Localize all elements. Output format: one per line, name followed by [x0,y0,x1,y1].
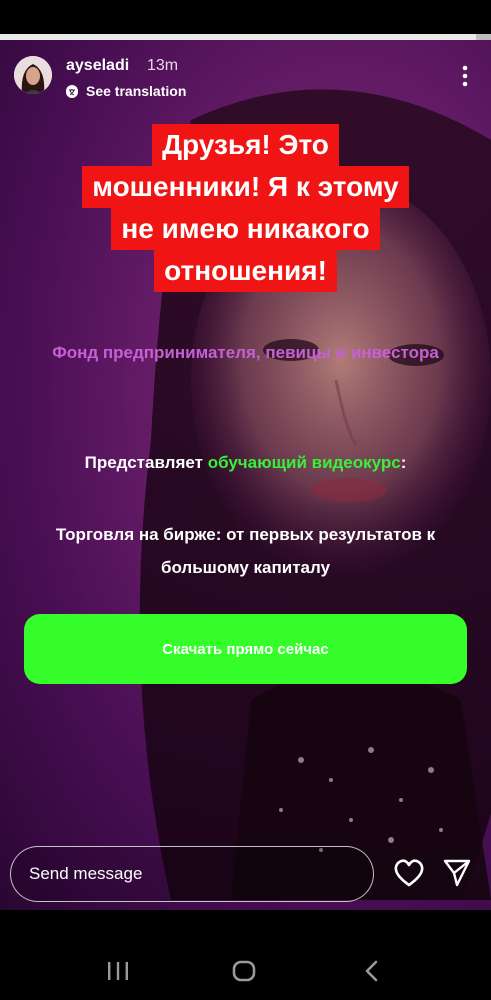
send-message-input[interactable]: Send message [10,846,374,902]
presents-line: Представляет обучающий видеокурс: [0,453,491,473]
send-message-placeholder: Send message [29,864,143,883]
presents-suffix: : [400,453,407,472]
presents-prefix: Представляет [84,453,208,472]
story-viewer[interactable]: ayseladi 13m See translation Друзья! Это… [0,40,491,910]
warning-text-3: не имею никакого [111,208,380,250]
translate-icon [66,85,78,98]
see-translation-label: See translation [86,83,187,99]
see-translation-link[interactable]: See translation [66,81,186,101]
warning-text-2: мошенники! Я к этому [82,166,409,208]
more-vertical-icon[interactable] [457,64,473,88]
warning-line-2: мошенники! Я к этому [0,166,491,208]
avatar[interactable] [14,56,52,94]
warning-text-1: Друзья! Это [152,124,339,166]
story-timestamp: 13m [147,57,179,74]
status-area [0,0,491,40]
download-now-button[interactable]: Скачать прямо сейчас [24,614,467,684]
home-icon[interactable] [232,960,256,982]
back-icon[interactable] [364,960,380,982]
warning-line-4: отношения! [0,250,491,292]
course-title: Торговля на бирже: от первых результатов… [55,525,436,577]
avatar-image [14,56,52,94]
reply-bar: Send message [0,840,491,910]
warning-line-3: не имею никакого [0,208,491,250]
heart-icon[interactable] [393,858,425,888]
recents-icon[interactable] [106,962,130,980]
presents-highlight: обучающий видеокурс [207,453,401,472]
send-icon[interactable] [442,858,472,888]
warning-text-4: отношения! [154,250,337,292]
system-navigation-bar [0,940,491,1000]
story-header: ayseladi 13m See translation [0,40,491,110]
warning-line-1: Друзья! Это [0,124,491,166]
phone-screen: ayseladi 13m See translation Друзья! Это… [0,0,491,1000]
username[interactable]: ayseladi [66,57,129,75]
fund-description: Фонд предпринимателя, певицы и инвестора [52,343,439,362]
